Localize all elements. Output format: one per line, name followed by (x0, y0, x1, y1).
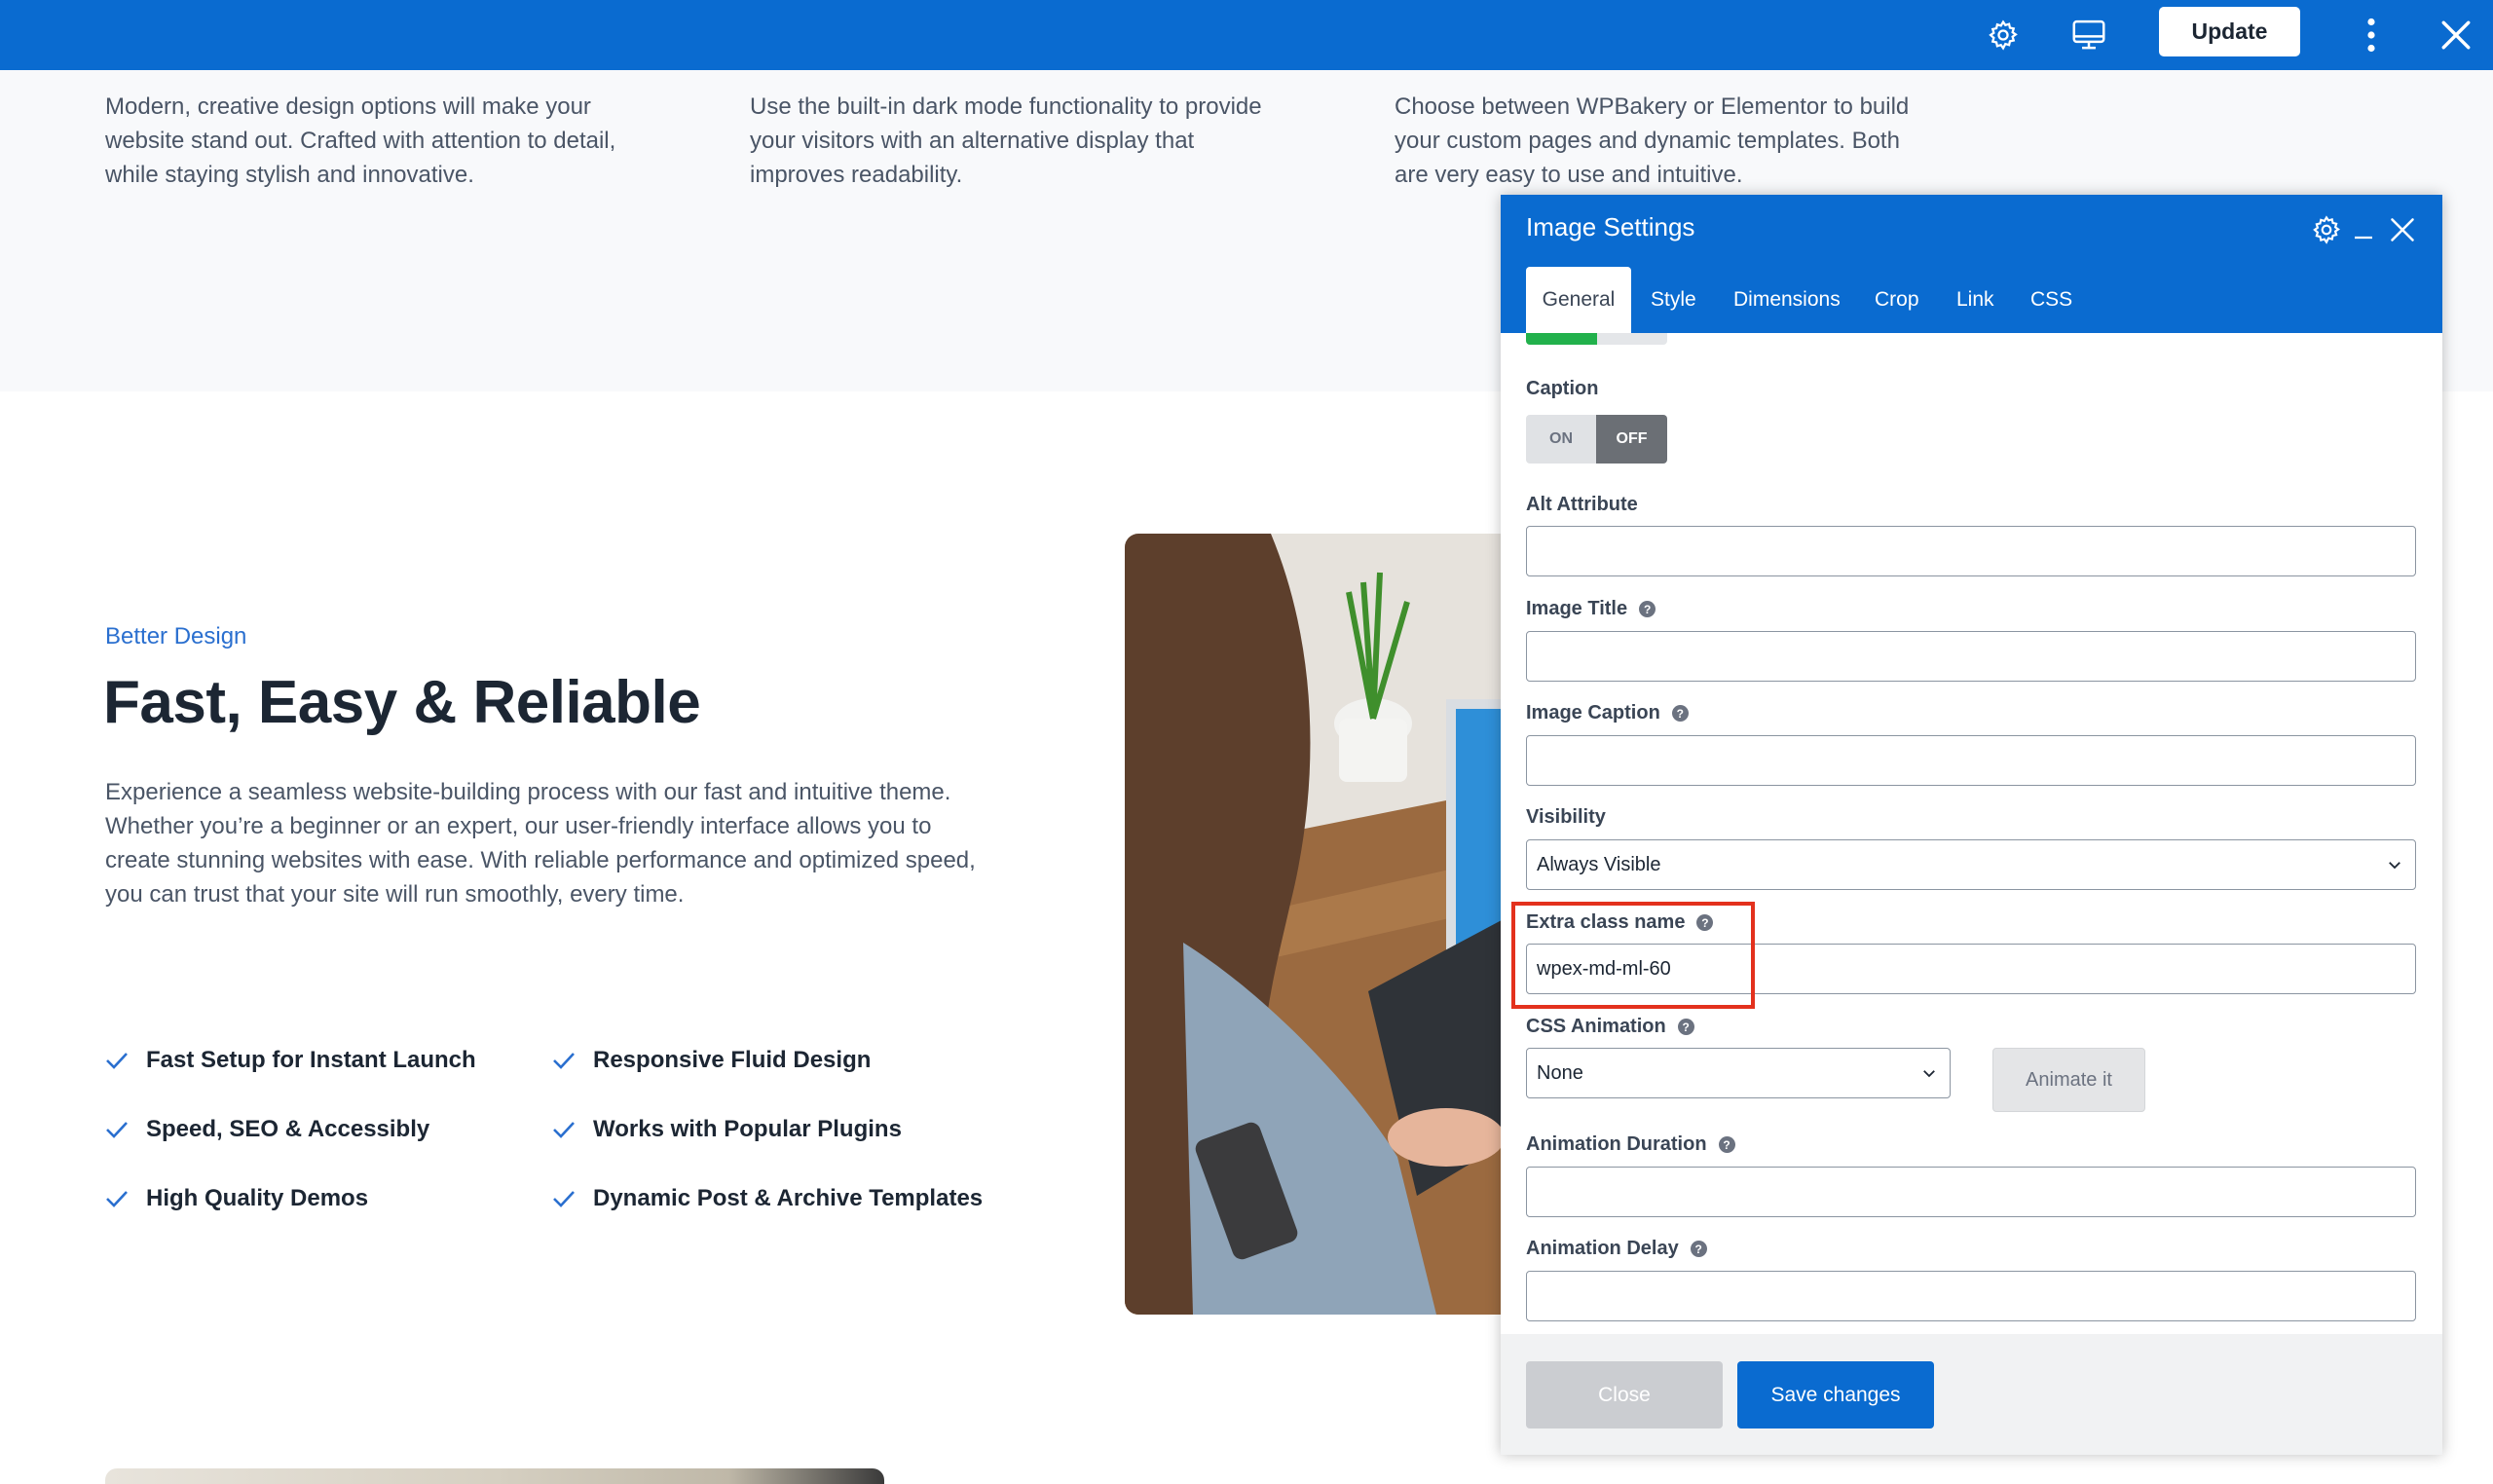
animation-duration-field[interactable] (1526, 1167, 2416, 1217)
check-icon (553, 1053, 575, 1069)
alt-attribute-field[interactable] (1526, 526, 2416, 576)
image-caption-label: Image Caption? (1526, 702, 1689, 724)
feature-text: Modern, creative design options will mak… (105, 93, 616, 188)
help-icon[interactable]: ? (1677, 1019, 1694, 1035)
visibility-value: Always Visible (1537, 853, 1661, 875)
css-animation-label: CSS Animation? (1526, 1016, 1694, 1038)
checklist-item: Works with Popular Plugins (552, 1116, 902, 1143)
vertical-dots-icon[interactable] (2352, 16, 2391, 55)
save-changes-button[interactable]: Save changes (1737, 1361, 1934, 1428)
checklist-label: Dynamic Post & Archive Templates (593, 1185, 984, 1211)
tab-css[interactable]: CSS (2030, 288, 2072, 312)
checklist-label: Responsive Fluid Design (593, 1047, 872, 1073)
tab-link[interactable]: Link (1956, 288, 1994, 312)
section-photo (1125, 534, 1514, 1315)
animation-delay-label: Animation Delay? (1526, 1238, 1707, 1260)
visibility-select[interactable]: Always Visible (1526, 839, 2416, 890)
toggle-on-option[interactable]: ON (1526, 415, 1596, 464)
tab-dimensions[interactable]: Dimensions (1733, 288, 1841, 312)
check-icon (106, 1053, 128, 1069)
check-icon (106, 1191, 128, 1207)
check-icon (106, 1122, 128, 1138)
next-section-image (105, 1468, 884, 1484)
section-eyebrow: Better Design (105, 623, 247, 649)
image-caption-field[interactable] (1526, 735, 2416, 786)
animation-duration-label: Animation Duration? (1526, 1133, 1735, 1156)
checklist-item: Dynamic Post & Archive Templates (552, 1185, 983, 1212)
animate-it-button[interactable]: Animate it (1992, 1048, 2145, 1112)
caption-toggle[interactable]: ON OFF (1526, 415, 1667, 464)
help-icon[interactable]: ? (1690, 1241, 1707, 1257)
modal-title: Image Settings (1526, 212, 1695, 241)
section-headline: Fast, Easy & Reliable (103, 669, 701, 736)
css-animation-select[interactable]: None (1526, 1048, 1951, 1098)
check-icon (553, 1122, 575, 1138)
close-icon[interactable] (2437, 16, 2475, 55)
desktop-monitor-icon[interactable] (2069, 16, 2108, 55)
chevron-down-icon (2389, 862, 2400, 870)
tab-style[interactable]: Style (1651, 288, 1696, 312)
animation-delay-field[interactable] (1526, 1271, 2416, 1321)
chevron-down-icon (1923, 1070, 1935, 1078)
image-settings-modal: Image Settings General Style Dimensions … (1501, 195, 2442, 1455)
checklist-label: Fast Setup for Instant Launch (146, 1047, 476, 1073)
highlight-annotation (1511, 902, 1755, 1009)
image-title-label: Image Title? (1526, 598, 1656, 620)
gear-icon[interactable] (1984, 16, 2023, 55)
css-animation-value: None (1537, 1061, 1583, 1084)
section-paragraph: Experience a seamless website-building p… (105, 779, 976, 908)
help-icon[interactable]: ? (1671, 705, 1689, 722)
checklist-label: Speed, SEO & Accessibly (146, 1116, 430, 1142)
close-button[interactable]: Close (1526, 1361, 1723, 1428)
help-icon[interactable]: ? (1718, 1136, 1735, 1153)
visibility-label: Visibility (1526, 806, 1606, 828)
checklist-label: Works with Popular Plugins (593, 1116, 902, 1142)
feature-text: Choose between WPBakery or Elementor to … (1395, 93, 1910, 188)
checklist-item: Speed, SEO & Accessibly (105, 1116, 429, 1143)
checklist-item: High Quality Demos (105, 1185, 368, 1212)
tab-general[interactable]: General (1526, 267, 1631, 333)
close-icon[interactable] (2385, 212, 2420, 247)
checklist-label: High Quality Demos (146, 1185, 369, 1211)
checklist-item: Responsive Fluid Design (552, 1047, 871, 1074)
toggle-indicator (1526, 333, 1667, 345)
editor-topbar: Update (0, 0, 2493, 70)
help-icon[interactable]: ? (1639, 601, 1656, 617)
modal-header: Image Settings General Style Dimensions … (1501, 195, 2442, 333)
minimize-icon[interactable] (2346, 212, 2381, 247)
toggle-off-option[interactable]: OFF (1596, 415, 1667, 464)
update-button[interactable]: Update (2159, 7, 2300, 56)
feature-text: Use the built-in dark mode functionality… (750, 93, 1262, 188)
gear-icon[interactable] (2309, 212, 2344, 247)
image-title-field[interactable] (1526, 631, 2416, 682)
checklist-item: Fast Setup for Instant Launch (105, 1047, 476, 1074)
caption-label: Caption (1526, 378, 1599, 399)
alt-attribute-label: Alt Attribute (1526, 494, 1638, 515)
check-icon (553, 1191, 575, 1207)
tab-crop[interactable]: Crop (1875, 288, 1919, 312)
